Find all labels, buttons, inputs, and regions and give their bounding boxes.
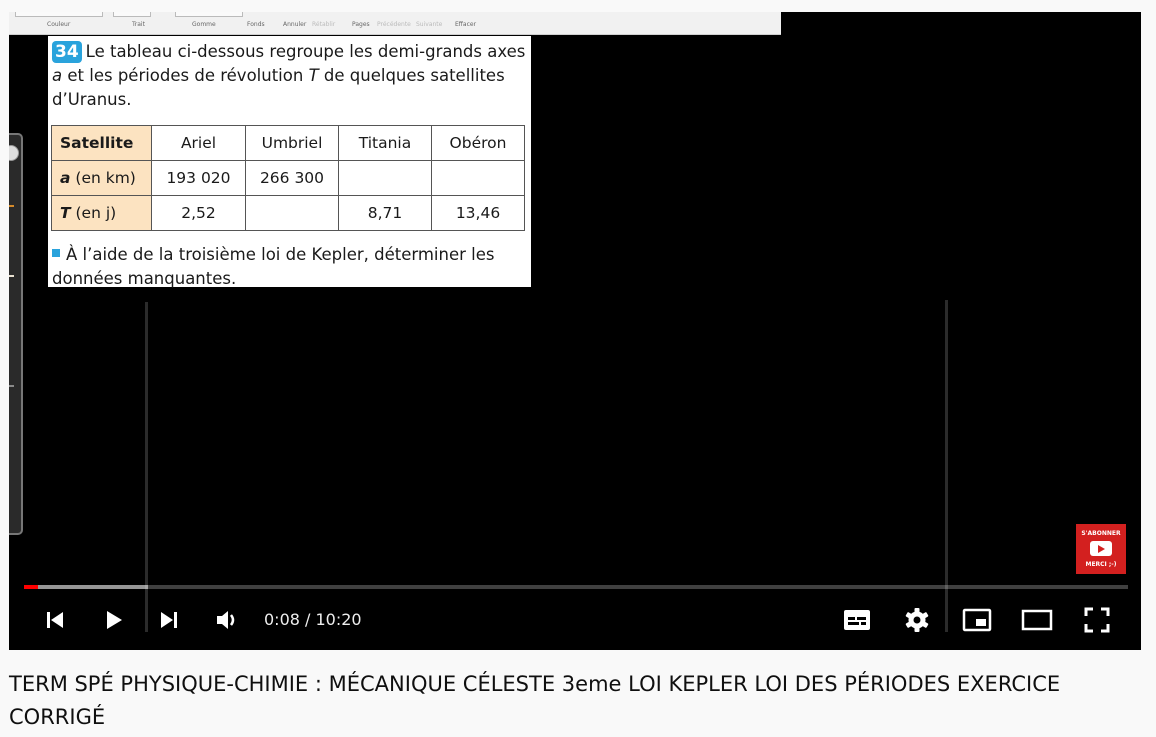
next-button[interactable] xyxy=(151,602,187,638)
toolbar-tool-previous[interactable]: Précédente xyxy=(377,21,411,28)
row-label-unit: (en j) xyxy=(70,204,117,222)
subscribe-badge[interactable]: S'ABONNER MERCI ;-) xyxy=(1076,524,1126,574)
variable-t: T xyxy=(308,66,319,85)
row-label-unit: (en km) xyxy=(70,169,136,187)
table-cell xyxy=(338,160,432,196)
subscribe-label: S'ABONNER xyxy=(1081,530,1121,537)
subtitles-icon xyxy=(844,610,870,630)
exercise-statement: 34 Le tableau ci-dessous regroupe les dem… xyxy=(52,40,527,112)
progress-played xyxy=(24,585,39,589)
theater-button[interactable] xyxy=(1019,602,1055,638)
toolbar-tool-next[interactable]: Suivante xyxy=(416,21,442,28)
table-cell: 13,46 xyxy=(431,195,525,231)
bullet-icon xyxy=(52,249,60,257)
table-cell: 2,52 xyxy=(151,195,246,231)
satellites-table: Satellite Ariel Umbriel Titania Obéron a… xyxy=(51,125,525,231)
time-display: 0:08 / 10:20 xyxy=(264,610,362,629)
subscribe-thanks: MERCI ;-) xyxy=(1085,561,1117,568)
statement-line: de quelques satellites xyxy=(318,66,505,85)
subtitles-button[interactable] xyxy=(839,602,875,638)
table-cell: 193 020 xyxy=(151,160,246,196)
play-button[interactable] xyxy=(95,602,131,638)
row-label-var: T xyxy=(60,204,71,222)
table-cell xyxy=(431,160,525,196)
row-label-var: a xyxy=(60,169,71,187)
whiteboard-line xyxy=(145,302,148,632)
table-cell: 8,71 xyxy=(338,195,432,231)
video-title: TERM SPÉ PHYSIQUE-CHIMIE : MÉCANIQUE CÉL… xyxy=(9,672,1061,729)
panel-marker xyxy=(9,205,14,207)
statement-line: Le tableau ci-dessous regroupe les demi-… xyxy=(85,42,526,61)
panel-toggle-icon[interactable] xyxy=(9,145,19,161)
toolbar-color-box xyxy=(15,12,103,17)
exercise-number: 34 xyxy=(52,41,82,63)
previous-icon xyxy=(47,612,63,628)
table-cell xyxy=(245,195,339,231)
volume-button[interactable] xyxy=(209,602,245,638)
settings-icon xyxy=(905,608,929,632)
row-label: a (en km) xyxy=(51,160,152,196)
table-header-cell: Umbriel xyxy=(245,125,339,161)
statement-line: d’Uranus. xyxy=(52,90,132,109)
exercise-task: À l’aide de la troisième loi de Kepler, … xyxy=(52,243,527,291)
previous-button[interactable] xyxy=(37,602,73,638)
table-row: T (en j) 2,52 8,71 13,46 xyxy=(51,195,525,231)
youtube-logo-icon xyxy=(1090,541,1112,556)
table-header-cell: Satellite xyxy=(51,125,152,161)
fullscreen-button[interactable] xyxy=(1079,602,1115,638)
whiteboard-toolbar: Couleur Trait Gomme Fonds Annuler Rétabl… xyxy=(9,12,781,35)
miniplayer-button[interactable] xyxy=(959,602,995,638)
toolbar-tool-clear[interactable]: Effacer xyxy=(455,21,476,28)
whiteboard-line xyxy=(945,300,948,632)
task-line: À l’aide de la troisième loi de Kepler, … xyxy=(66,245,495,264)
volume-icon xyxy=(217,611,235,629)
toolbar-tool-eraser[interactable]: Gomme xyxy=(192,21,216,28)
task-line: données manquantes. xyxy=(52,269,237,288)
panel-marker xyxy=(9,275,14,277)
toolbar-tool-stroke[interactable]: Trait xyxy=(132,21,145,28)
statement-line: et les périodes de révolution xyxy=(62,66,309,85)
toolbar-tool-undo[interactable]: Annuler xyxy=(283,21,306,28)
table-cell: 266 300 xyxy=(245,160,339,196)
toolbar-tool-pages[interactable]: Pages xyxy=(352,21,370,28)
play-icon xyxy=(107,611,122,629)
next-icon xyxy=(161,612,177,628)
variable-a: a xyxy=(52,66,63,85)
theater-icon xyxy=(1021,609,1053,631)
toolbar-tool-backgrounds[interactable]: Fonds xyxy=(247,21,265,28)
toolbar-tool-color[interactable]: Couleur xyxy=(47,21,70,28)
miniplayer-icon xyxy=(962,608,992,632)
fullscreen-icon xyxy=(1084,607,1110,633)
table-header-cell: Ariel xyxy=(151,125,246,161)
table-header-cell: Obéron xyxy=(431,125,525,161)
panel-marker xyxy=(9,385,14,387)
toolbar-stroke-box xyxy=(113,12,151,17)
table-header-row: Satellite Ariel Umbriel Titania Obéron xyxy=(51,125,525,161)
row-label: T (en j) xyxy=(51,195,152,231)
exercise-card: 34 Le tableau ci-dessous regroupe les dem… xyxy=(48,36,531,288)
video-player[interactable]: Couleur Trait Gomme Fonds Annuler Rétabl… xyxy=(9,12,1141,650)
whiteboard-side-panel[interactable] xyxy=(9,133,23,535)
progress-buffered xyxy=(24,585,148,589)
toolbar-eraser-box xyxy=(175,12,243,17)
table-row: a (en km) 193 020 266 300 xyxy=(51,160,525,196)
table-header-cell: Titania xyxy=(338,125,432,161)
progress-bar[interactable] xyxy=(24,585,1128,589)
settings-button[interactable] xyxy=(899,602,935,638)
toolbar-tool-redo[interactable]: Rétablir xyxy=(312,21,335,28)
